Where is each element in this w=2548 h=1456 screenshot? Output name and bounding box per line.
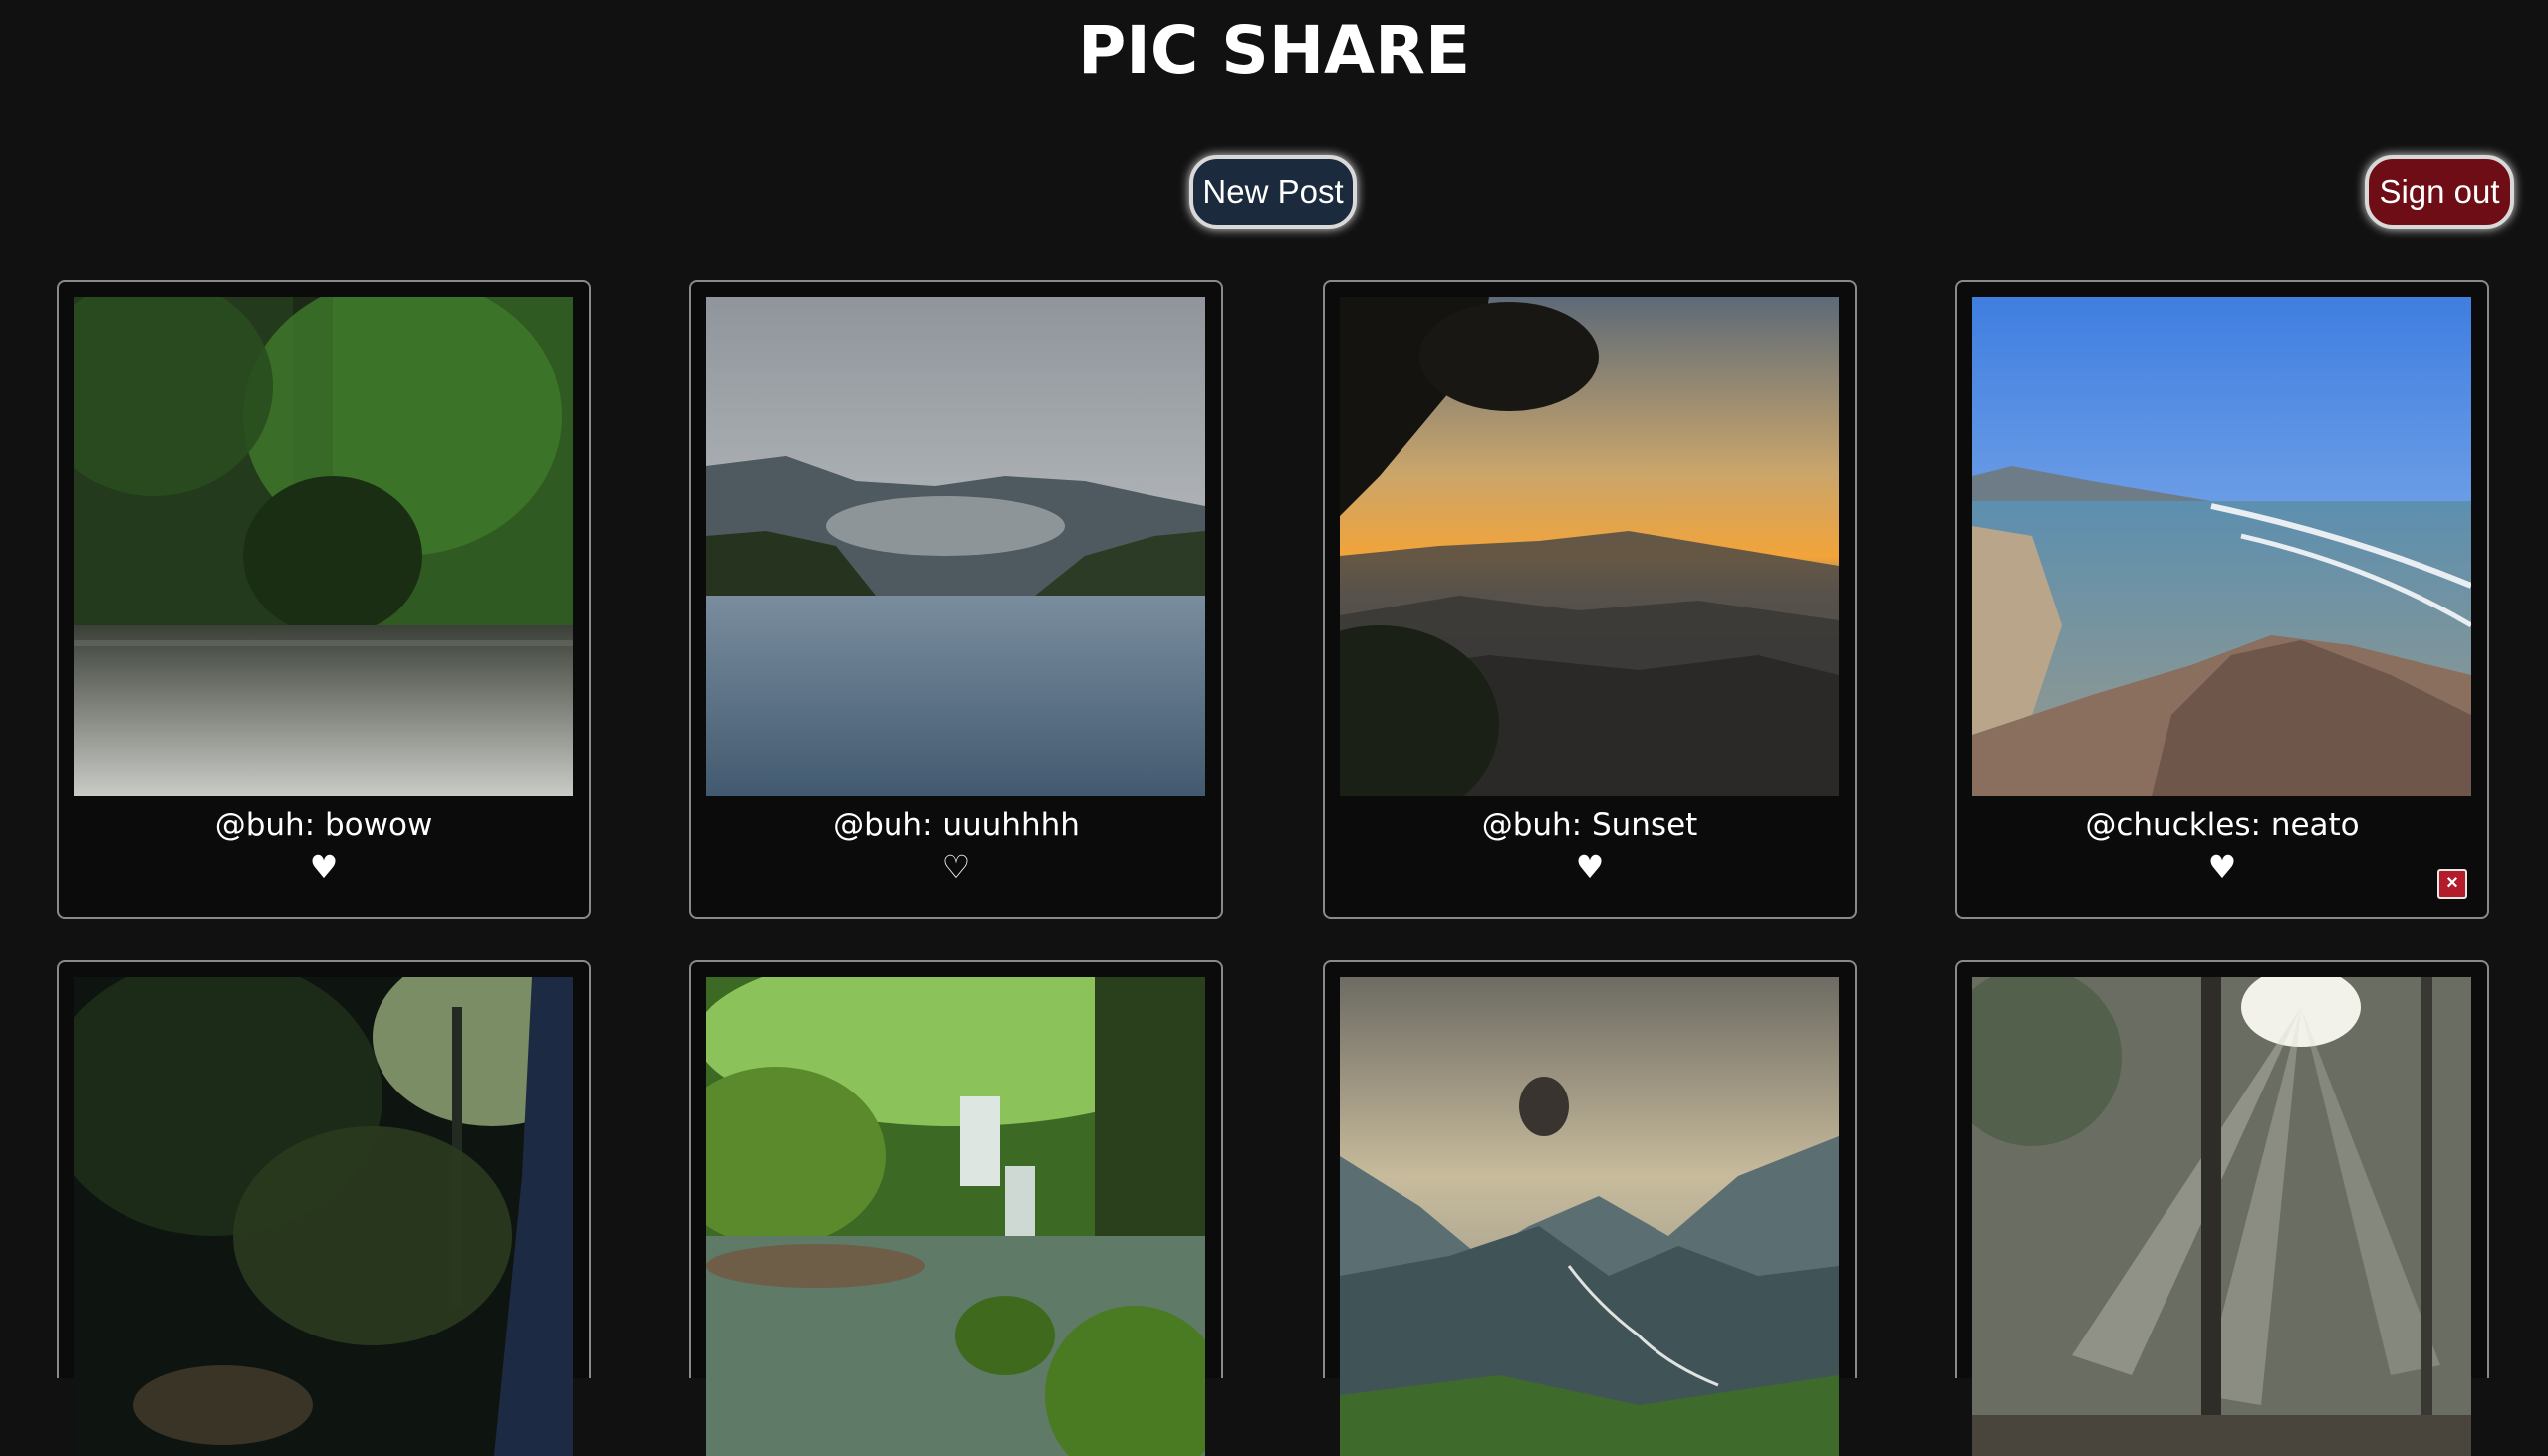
like-heart-icon[interactable]: ♡	[691, 848, 1221, 887]
page-title: PIC SHARE	[1077, 12, 1471, 89]
app-root: PIC SHARE New Post Sign out @buh: bowow …	[0, 0, 2548, 1456]
post-caption: @buh: uuuhhhh	[833, 807, 1080, 843]
like-heart-icon[interactable]: ♥	[59, 848, 589, 887]
post-card	[689, 960, 1223, 1456]
like-heart-icon[interactable]: ♥	[1325, 848, 1855, 887]
new-post-button[interactable]: New Post	[1189, 155, 1357, 229]
post-caption: @buh: Sunset	[1481, 807, 1698, 843]
sign-out-button[interactable]: Sign out	[2365, 155, 2514, 229]
post-card: @buh: uuuhhhh ♡	[689, 280, 1223, 919]
post-card	[1323, 960, 1857, 1456]
post-image[interactable]	[706, 297, 1205, 796]
post-card	[57, 960, 591, 1456]
post-caption: @chuckles: neato	[2085, 807, 2360, 843]
post-image[interactable]	[1972, 977, 2471, 1456]
post-card: @chuckles: neato ♥ ×	[1955, 280, 2489, 919]
post-caption: @buh: bowow	[214, 807, 433, 843]
post-card: @buh: Sunset ♥	[1323, 280, 1857, 919]
post-card: @buh: bowow ♥	[57, 280, 591, 919]
delete-post-button[interactable]: ×	[2437, 869, 2467, 899]
post-image[interactable]	[74, 297, 573, 796]
post-card	[1955, 960, 2489, 1456]
post-image[interactable]	[1340, 977, 1839, 1456]
post-image[interactable]	[1340, 297, 1839, 796]
post-image[interactable]	[74, 977, 573, 1456]
post-image[interactable]	[706, 977, 1205, 1456]
post-image[interactable]	[1972, 297, 2471, 796]
like-heart-icon[interactable]: ♥	[1957, 848, 2487, 887]
